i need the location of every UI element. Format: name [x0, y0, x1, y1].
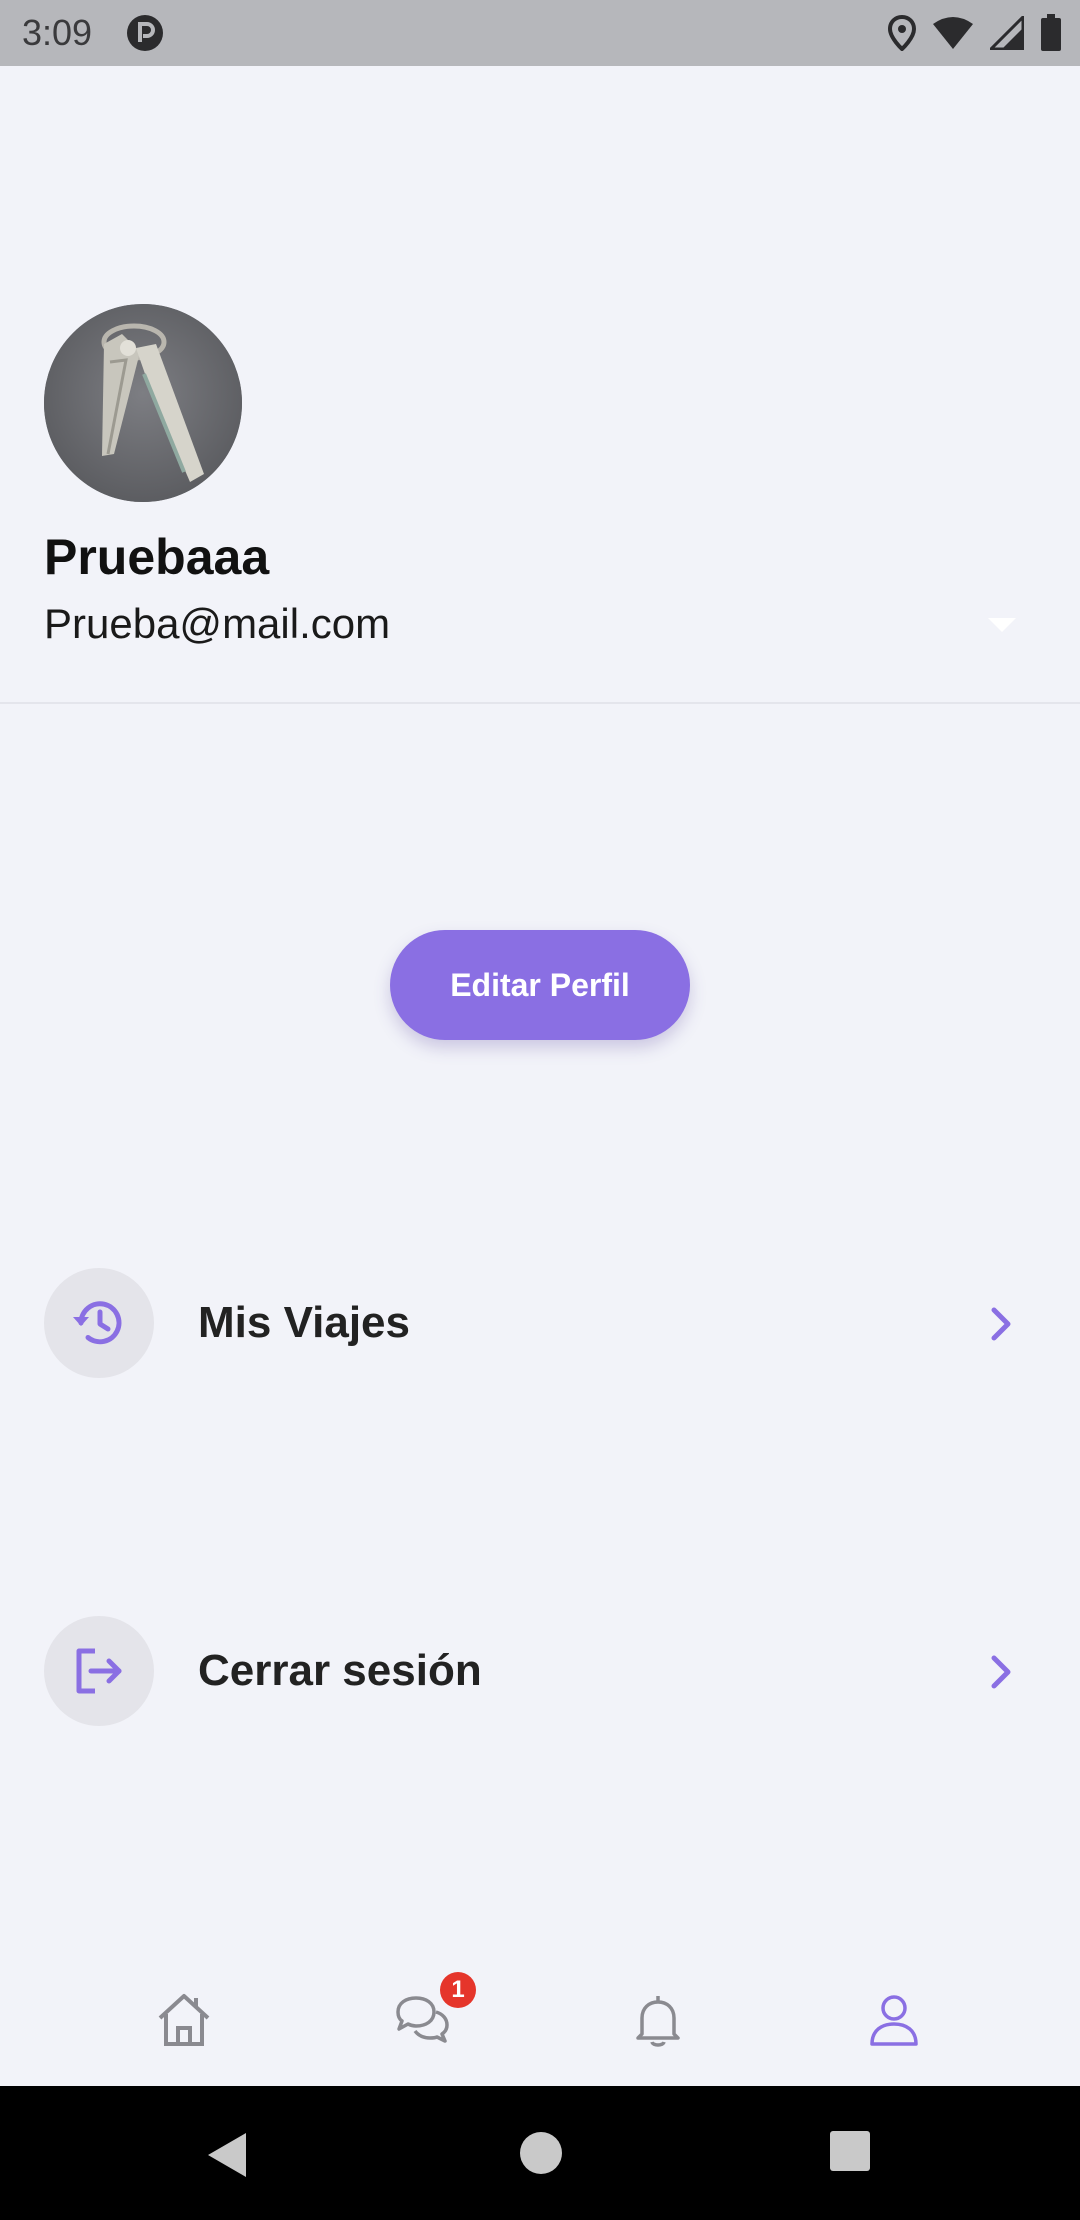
menu-item-label: Cerrar sesión [198, 1646, 482, 1695]
menu-item-label: Mis Viajes [198, 1298, 410, 1347]
back-icon[interactable] [204, 2130, 250, 2180]
menu-item-logout[interactable]: Cerrar sesión [0, 1616, 1080, 1728]
system-nav-bar [0, 2086, 1080, 2220]
battery-icon [1041, 14, 1061, 51]
recents-icon[interactable] [829, 2130, 871, 2172]
bottom-nav: 1 [0, 1960, 1080, 2086]
chevron-right-icon [991, 1655, 1011, 1689]
pocket-p-icon [127, 15, 163, 51]
menu-item-trips[interactable]: Mis Viajes [0, 1268, 1080, 1380]
logout-icon [76, 1648, 122, 1694]
signal-icon [990, 16, 1024, 50]
menu-icon-circle [44, 1616, 154, 1726]
menu-icon-circle [44, 1268, 154, 1378]
avatar[interactable] [44, 304, 242, 502]
profile-screen: 3:09 Pruebaaa Prueba@mail.com Editar Per… [0, 0, 1080, 2220]
bell-icon[interactable] [628, 1990, 688, 2050]
history-icon [73, 1301, 122, 1345]
chat-badge: 1 [440, 1972, 476, 2008]
home-icon[interactable] [154, 1990, 214, 2050]
chevron-down-icon[interactable] [988, 618, 1016, 634]
profile-name: Pruebaaa [44, 529, 270, 585]
chevron-right-icon [991, 1307, 1011, 1341]
status-icons [888, 12, 1062, 54]
header-divider [0, 702, 1080, 704]
edit-profile-button[interactable]: Editar Perfil [390, 930, 690, 1040]
profile-email: Prueba@mail.com [44, 600, 391, 647]
status-time: 3:09 [22, 12, 93, 53]
keys-photo [44, 304, 242, 502]
location-icon [888, 15, 916, 51]
wifi-icon [933, 17, 973, 49]
status-bar: 3:09 [0, 0, 1080, 66]
home-button-icon[interactable] [518, 2130, 564, 2176]
profile-icon[interactable] [864, 1990, 924, 2050]
